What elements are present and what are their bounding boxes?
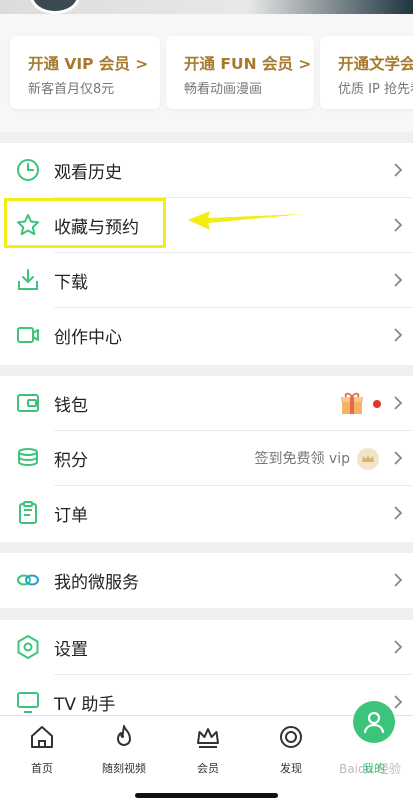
menu-item-download[interactable]: 下载 <box>0 253 413 308</box>
tab-home[interactable]: 首页 <box>12 724 72 784</box>
promo-subtitle: 畅看动画漫画 <box>184 82 263 97</box>
vip-promo-card[interactable]: 开通 VIP 会员 > 新客首月仅8元 <box>10 36 160 109</box>
tab-discover[interactable]: 发现 <box>261 724 321 784</box>
promo-title: 开通 FUN 会员 > <box>184 55 312 73</box>
menu-group-content: 观看历史 收藏与预约 下载 创作中心 <box>0 143 413 365</box>
discover-icon <box>280 726 302 748</box>
menu-item-micro-services[interactable]: 我的微服务 <box>0 553 413 608</box>
tab-mine-active-circle[interactable] <box>353 701 395 743</box>
chevron-right-icon <box>394 506 403 520</box>
home-indicator[interactable] <box>135 793 278 798</box>
menu-item-wallet[interactable]: 钱包 <box>0 376 413 431</box>
chevron-right-icon <box>394 273 403 287</box>
literature-promo-card[interactable]: 开通文学会 优质 IP 抢先看 <box>320 36 413 109</box>
menu-group-services: 我的微服务 <box>0 553 413 608</box>
chevron-right-icon <box>394 451 403 465</box>
chevron-right-icon <box>394 328 403 342</box>
video-camera-icon <box>17 327 39 343</box>
menu-item-label: 下载 <box>54 273 88 293</box>
chevron-right-icon <box>394 218 403 232</box>
menu-item-settings[interactable]: 设置 <box>0 620 413 675</box>
annotation-highlight-box <box>4 198 166 248</box>
points-promo-text: 签到免费领 vip <box>254 451 350 467</box>
tab-vip[interactable]: 会员 <box>178 724 238 784</box>
promo-subtitle: 新客首月仅8元 <box>28 82 115 97</box>
user-icon <box>363 711 385 734</box>
menu-item-label: 设置 <box>54 640 88 660</box>
link-icon <box>17 574 39 586</box>
promo-title: 开通文学会 <box>338 55 413 73</box>
chevron-right-icon <box>394 573 403 587</box>
promo-subtitle: 优质 IP 抢先看 <box>338 82 413 97</box>
menu-item-creator-center[interactable]: 创作中心 <box>0 308 413 363</box>
flame-icon <box>117 725 131 746</box>
menu-group-settings: 设置 TV 助手 <box>0 620 413 730</box>
coins-icon <box>18 448 38 467</box>
menu-item-label: 积分 <box>54 451 88 471</box>
gift-box-icon <box>341 392 363 414</box>
tab-label: 随刻视频 <box>102 762 146 775</box>
menu-item-points[interactable]: 积分 签到免费领 vip <box>0 431 413 486</box>
watermark: Baidu 经验 <box>339 762 401 776</box>
home-icon <box>31 726 53 748</box>
menu-item-label: 订单 <box>54 506 88 526</box>
annotation-arrow-icon <box>188 211 304 230</box>
wallet-icon <box>17 394 39 412</box>
tab-label: 会员 <box>197 762 219 775</box>
menu-item-orders[interactable]: 订单 <box>0 486 413 541</box>
tab-label: 首页 <box>31 762 53 775</box>
chevron-right-icon <box>394 695 403 709</box>
chevron-right-icon <box>394 640 403 654</box>
menu-group-account: 钱包 积分 签到免费领 vip 订单 <box>0 376 413 542</box>
clock-icon <box>17 159 39 181</box>
menu-item-label: 钱包 <box>54 396 88 416</box>
fun-promo-card[interactable]: 开通 FUN 会员 > 畅看动画漫画 <box>166 36 314 109</box>
tab-short-video[interactable]: 随刻视频 <box>94 724 154 784</box>
clipboard-icon <box>19 501 37 524</box>
menu-item-label: 创作中心 <box>54 328 122 348</box>
vip-crown-badge-icon <box>357 448 379 470</box>
menu-item-label: 观看历史 <box>54 163 122 183</box>
menu-item-label: TV 助手 <box>54 695 116 715</box>
crown-icon <box>197 728 219 748</box>
chevron-right-icon <box>394 163 403 177</box>
download-icon <box>18 269 38 290</box>
promo-title: 开通 VIP 会员 > <box>28 55 149 73</box>
promo-strip: 开通 VIP 会员 > 新客首月仅8元 开通 FUN 会员 > 畅看动画漫画 开… <box>0 14 413 132</box>
notification-dot <box>373 400 381 408</box>
chevron-right-icon <box>394 396 403 410</box>
hexagon-settings-icon <box>17 635 39 659</box>
menu-item-label: 我的微服务 <box>54 573 139 593</box>
tab-label: 发现 <box>280 762 302 775</box>
menu-item-history[interactable]: 观看历史 <box>0 143 413 198</box>
tv-icon <box>17 692 39 713</box>
